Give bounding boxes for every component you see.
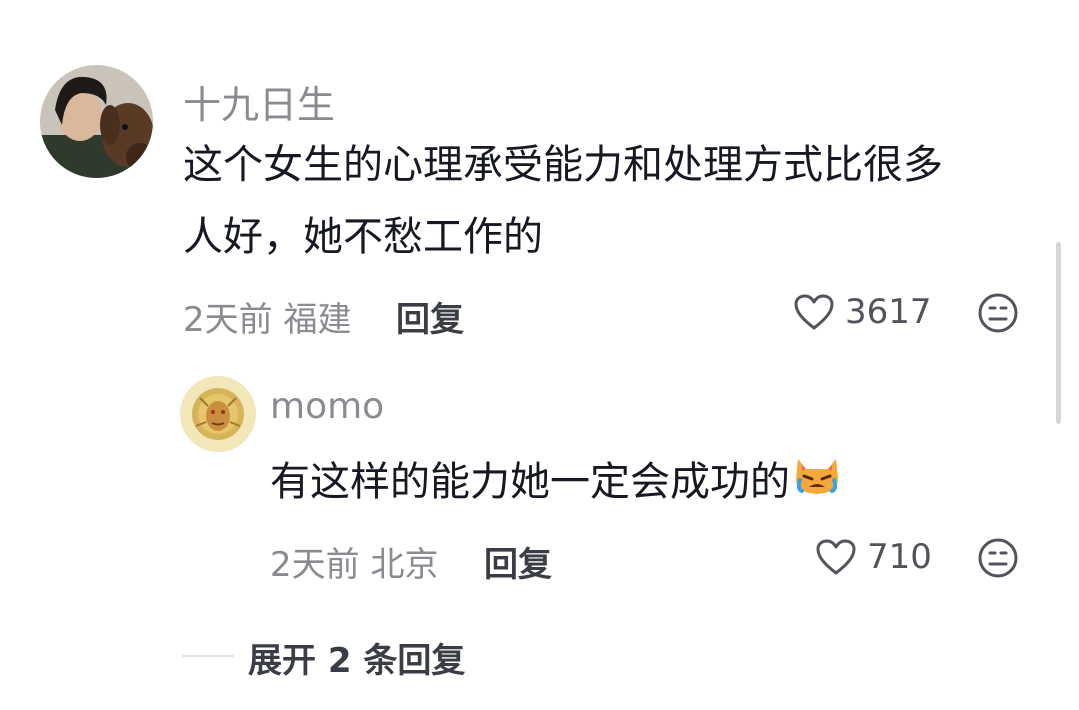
expand-replies-button[interactable]: 展开 2 条回复 bbox=[248, 633, 465, 682]
frown-face-icon bbox=[978, 293, 1018, 333]
comment-like-button[interactable]: 3617 bbox=[793, 292, 932, 332]
avatar-image bbox=[180, 376, 256, 452]
crying-cat-emoji bbox=[792, 448, 842, 520]
reply-like-button[interactable]: 710 bbox=[815, 537, 932, 577]
expand-divider bbox=[182, 655, 234, 657]
reply-reply-button[interactable]: 回复 bbox=[484, 537, 552, 586]
comment-text-line2: 人好，她不愁工作的 bbox=[183, 214, 543, 260]
comment-time: 2天前 bbox=[183, 300, 273, 340]
heart-outline-icon bbox=[816, 539, 856, 575]
reply-location: 北京 bbox=[370, 545, 439, 585]
avatar-momo[interactable] bbox=[180, 376, 256, 452]
comment-meta: 2天前 福建 bbox=[183, 292, 351, 341]
reply-text-content: 有这样的能力她一定会成功的 bbox=[270, 459, 790, 505]
reply-time: 2天前 bbox=[270, 545, 360, 585]
comment-username[interactable]: 十九日生 bbox=[183, 74, 335, 129]
comment-reply-button[interactable]: 回复 bbox=[396, 292, 464, 341]
reply-username[interactable]: momo bbox=[270, 386, 384, 427]
comment-text-line1: 这个女生的心理承受能力和处理方式比很多 bbox=[183, 142, 943, 188]
avatar-shijiuris[interactable] bbox=[40, 65, 153, 178]
reply-dislike-button[interactable] bbox=[977, 537, 1019, 579]
heart-outline-icon bbox=[794, 294, 834, 330]
frown-face-icon bbox=[978, 538, 1018, 578]
reply-like-count: 710 bbox=[867, 537, 932, 577]
avatar-image bbox=[40, 65, 153, 178]
scrollbar[interactable] bbox=[1056, 242, 1061, 424]
comment-location: 福建 bbox=[283, 300, 352, 340]
comment-dislike-button[interactable] bbox=[977, 292, 1019, 334]
comment-like-count: 3617 bbox=[845, 292, 932, 332]
reply-meta: 2天前 北京 bbox=[270, 537, 438, 586]
reply-text: 有这样的能力她一定会成功的 bbox=[270, 446, 842, 520]
